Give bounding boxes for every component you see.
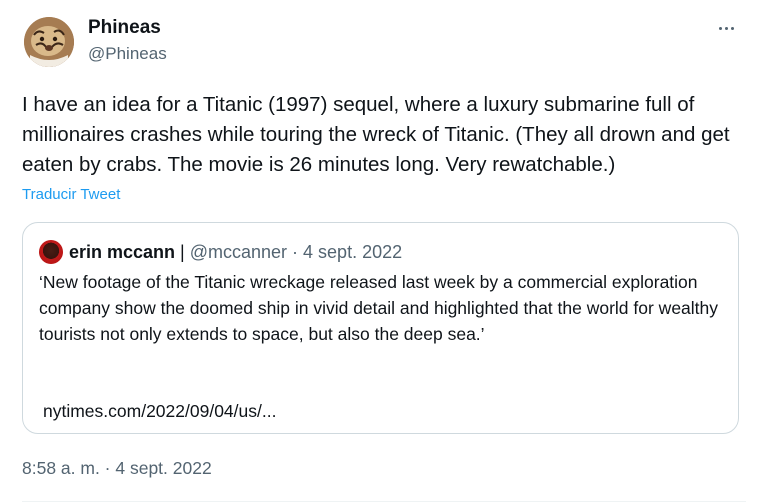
quote-author-name: erin mccann	[69, 242, 176, 262]
ellipsis-icon	[724, 26, 728, 30]
author-avatar[interactable]	[24, 17, 74, 67]
quote-separator: |	[175, 242, 190, 262]
tweet-container: Phineas @Phineas I have an idea for a Ti…	[0, 0, 768, 504]
tiger-avatar-icon	[24, 17, 74, 67]
tweet-text: I have an idea for a Titanic (1997) sequ…	[22, 93, 730, 176]
ellipsis-icon	[730, 26, 734, 30]
translate-tweet-link[interactable]: Traducir Tweet	[22, 185, 120, 205]
quote-text: ‘New footage of the Titanic wreckage rel…	[39, 272, 719, 344]
author-handle[interactable]: @Phineas	[88, 43, 167, 65]
ellipsis-icon	[718, 26, 722, 30]
author-name[interactable]: Phineas	[88, 17, 161, 39]
quote-author-avatar	[39, 240, 63, 264]
more-options-button[interactable]	[712, 18, 740, 38]
quote-meta: @mccanner · 4 sept. 2022	[189, 242, 403, 262]
quoted-tweet-card[interactable]: erin mccann | @mccanner · 4 sept. 2022 ‘…	[22, 222, 739, 434]
tweet-timestamp[interactable]: 8:58 a. m. · 4 sept. 2022	[22, 457, 212, 479]
quote-link[interactable]: nytimes.com/2022/09/04/us/...	[43, 399, 276, 423]
quote-header: erin mccann | @mccanner · 4 sept. 2022	[69, 240, 402, 264]
divider	[22, 501, 746, 502]
